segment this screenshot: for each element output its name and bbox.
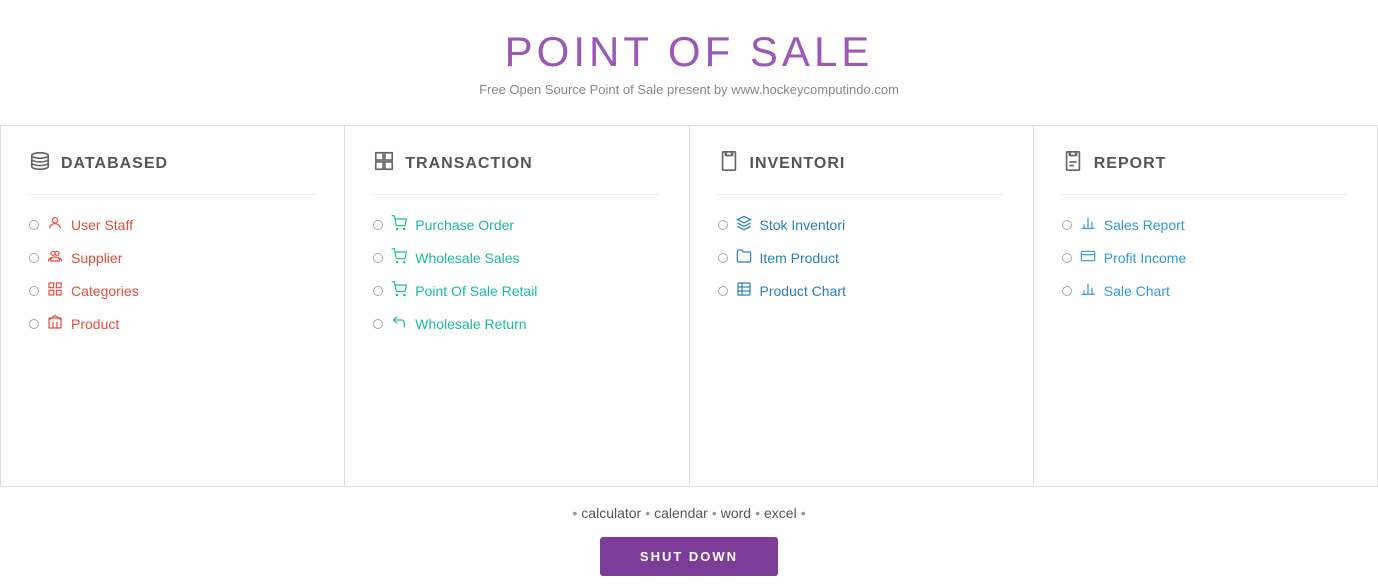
footer: • calculator • calendar • word • excel •… (572, 487, 805, 586)
bullet-icon (718, 220, 728, 230)
nav-link-inventori-2[interactable]: Product Chart (760, 283, 846, 299)
inventori-icon (718, 150, 740, 178)
bullet-icon (1062, 220, 1072, 230)
list-item: Profit Income (1062, 248, 1349, 267)
list-item: Wholesale Return (373, 314, 660, 333)
bullet-icon (718, 253, 728, 263)
item-icon-databased-0 (47, 215, 63, 234)
item-icon-report-2 (1080, 281, 1096, 300)
nav-link-report-0[interactable]: Sales Report (1104, 217, 1185, 233)
footer-links: • calculator • calendar • word • excel • (572, 505, 805, 521)
footer-link-calendar[interactable]: calendar (650, 505, 712, 521)
report-icon (1062, 150, 1084, 178)
item-icon-transaction-0 (391, 215, 407, 234)
db-icon (29, 150, 51, 178)
footer-link-calculator[interactable]: calculator (577, 505, 645, 521)
nav-link-transaction-0[interactable]: Purchase Order (415, 217, 514, 233)
panel-items-transaction: Purchase Order Wholesale Sales Point Of … (373, 215, 660, 333)
nav-link-databased-1[interactable]: Supplier (71, 250, 122, 266)
panel-databased: DATABASED User Staff Supplier Cat (1, 126, 345, 486)
nav-link-transaction-1[interactable]: Wholesale Sales (415, 250, 519, 266)
item-icon-inventori-2 (736, 281, 752, 300)
panel-header-databased: DATABASED (29, 150, 316, 195)
bullet-icon (1062, 286, 1072, 296)
list-item: Point Of Sale Retail (373, 281, 660, 300)
nav-link-databased-2[interactable]: Categories (71, 283, 139, 299)
item-icon-inventori-0 (736, 215, 752, 234)
nav-link-inventori-0[interactable]: Stok Inventori (760, 217, 846, 233)
panel-header-transaction: TRANSACTION (373, 150, 660, 195)
nav-link-transaction-2[interactable]: Point Of Sale Retail (415, 283, 537, 299)
bullet-icon (718, 286, 728, 296)
bullet-icon (1062, 253, 1072, 263)
item-icon-databased-1 (47, 248, 63, 267)
panel-header-report: REPORT (1062, 150, 1349, 195)
list-item: User Staff (29, 215, 316, 234)
panel-header-inventori: INVENTORI (718, 150, 1005, 195)
panel-items-inventori: Stok Inventori Item Product Product Char… (718, 215, 1005, 300)
panel-title-transaction: TRANSACTION (405, 155, 532, 173)
list-item: Wholesale Sales (373, 248, 660, 267)
nav-link-databased-0[interactable]: User Staff (71, 217, 133, 233)
item-icon-transaction-1 (391, 248, 407, 267)
list-item: Supplier (29, 248, 316, 267)
item-icon-databased-2 (47, 281, 63, 300)
item-icon-report-0 (1080, 215, 1096, 234)
nav-link-report-1[interactable]: Profit Income (1104, 250, 1186, 266)
panel-report: REPORT Sales Report Profit Income (1034, 126, 1377, 486)
page-subtitle: Free Open Source Point of Sale present b… (0, 82, 1378, 97)
list-item: Purchase Order (373, 215, 660, 234)
footer-link-word[interactable]: word (717, 505, 755, 521)
transaction-icon (373, 150, 395, 178)
panel-items-report: Sales Report Profit Income Sale Chart (1062, 215, 1349, 300)
footer-dot-end: • (801, 505, 806, 521)
bullet-icon (373, 253, 383, 263)
list-item: Categories (29, 281, 316, 300)
panel-title-inventori: INVENTORI (750, 155, 846, 173)
list-item: Product Chart (718, 281, 1005, 300)
item-icon-databased-3 (47, 314, 63, 333)
list-item: Product (29, 314, 316, 333)
nav-link-databased-3[interactable]: Product (71, 316, 119, 332)
list-item: Stok Inventori (718, 215, 1005, 234)
panel-items-databased: User Staff Supplier Categories (29, 215, 316, 333)
item-icon-report-1 (1080, 248, 1096, 267)
page-header: POINT OF SALE Free Open Source Point of … (0, 0, 1378, 107)
shutdown-button[interactable]: SHUT DOWN (600, 537, 778, 576)
nav-link-transaction-3[interactable]: Wholesale Return (415, 316, 526, 332)
bullet-icon (373, 286, 383, 296)
list-item: Sale Chart (1062, 281, 1349, 300)
bullet-icon (29, 319, 39, 329)
list-item: Sales Report (1062, 215, 1349, 234)
bullet-icon (373, 319, 383, 329)
panel-transaction: TRANSACTION Purchase Order Wholesale Sal… (345, 126, 689, 486)
panel-inventori: INVENTORI Stok Inventori Item Product (690, 126, 1034, 486)
bullet-icon (29, 220, 39, 230)
panel-title-report: REPORT (1094, 155, 1167, 173)
bullet-icon (29, 286, 39, 296)
bullet-icon (29, 253, 39, 263)
item-icon-transaction-3 (391, 314, 407, 333)
panel-title-databased: DATABASED (61, 155, 168, 173)
item-icon-inventori-1 (736, 248, 752, 267)
footer-link-excel[interactable]: excel (760, 505, 801, 521)
nav-link-report-2[interactable]: Sale Chart (1104, 283, 1170, 299)
list-item: Item Product (718, 248, 1005, 267)
bullet-icon (373, 220, 383, 230)
nav-link-inventori-1[interactable]: Item Product (760, 250, 839, 266)
item-icon-transaction-2 (391, 281, 407, 300)
panels-container: DATABASED User Staff Supplier Cat (0, 125, 1378, 487)
page-title: POINT OF SALE (0, 28, 1378, 76)
